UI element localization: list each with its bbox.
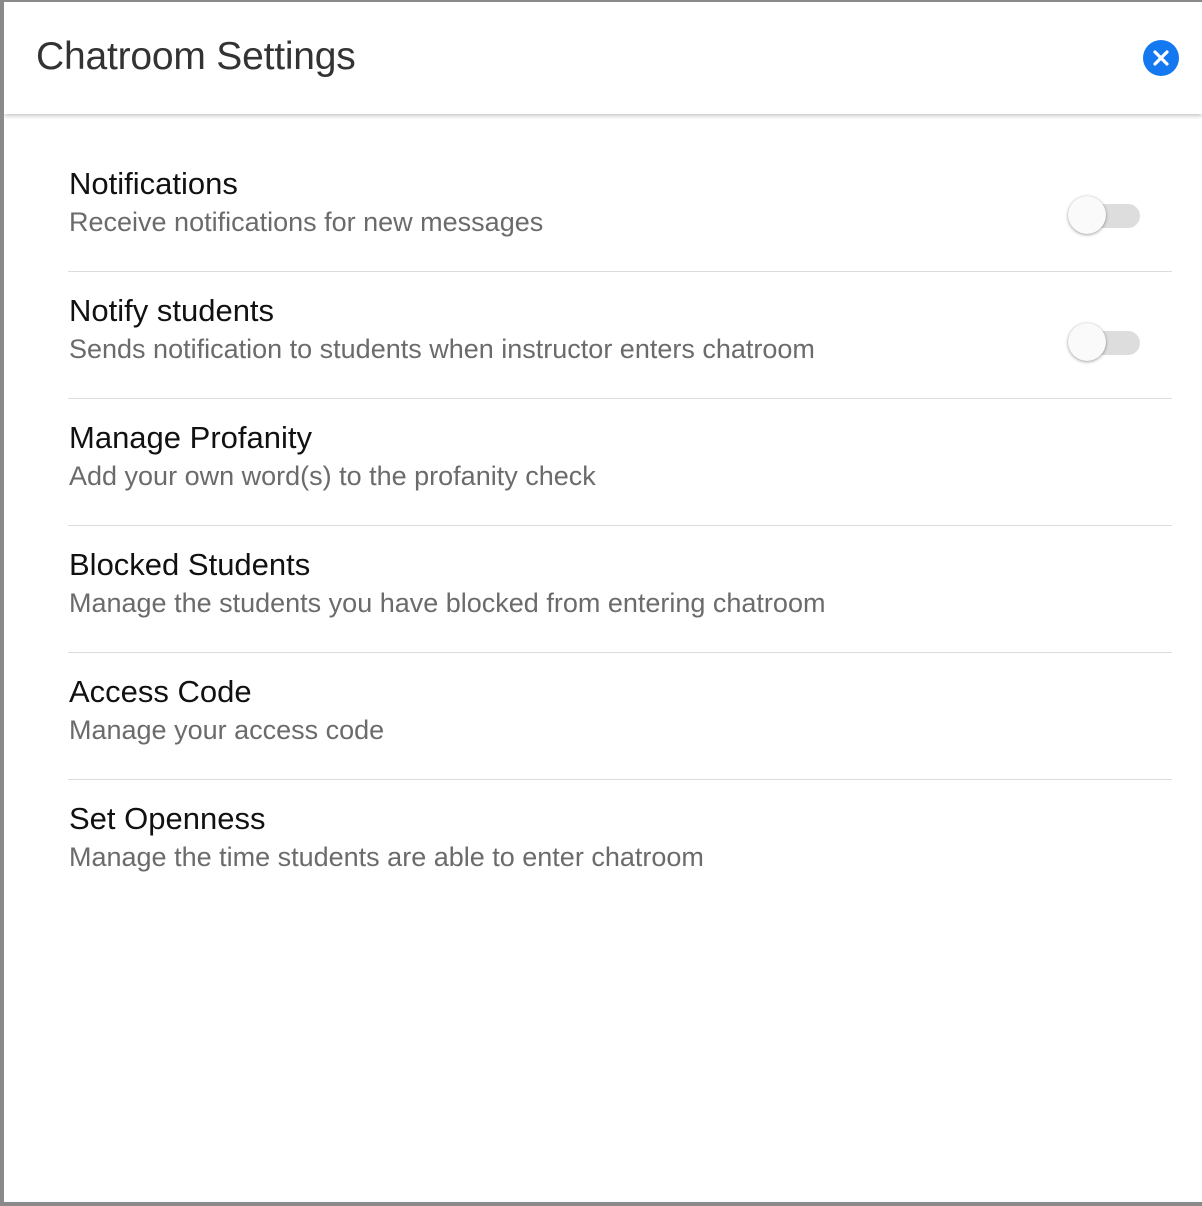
setting-set-openness[interactable]: Set Openness Manage the time students ar… — [68, 780, 1172, 907]
setting-title: Notifications — [69, 166, 238, 201]
toggle-thumb — [1068, 323, 1106, 361]
setting-description: Manage your access code — [69, 715, 385, 745]
close-button[interactable] — [1143, 40, 1179, 76]
setting-notify-students: Notify students Sends notification to st… — [68, 272, 1172, 399]
setting-title: Set Openness — [69, 801, 266, 836]
setting-description: Sends notification to students when inst… — [69, 334, 815, 364]
setting-description: Manage the time students are able to ent… — [69, 842, 704, 872]
toggle-thumb — [1068, 196, 1106, 234]
setting-title: Blocked Students — [69, 547, 311, 582]
setting-description: Add your own word(s) to the profanity ch… — [69, 461, 596, 491]
close-icon — [1153, 50, 1169, 66]
dialog-header: Chatroom Settings — [4, 2, 1202, 114]
notifications-toggle[interactable] — [1068, 194, 1142, 234]
setting-description: Receive notifications for new messages — [69, 207, 544, 237]
setting-title: Manage Profanity — [69, 420, 312, 455]
setting-blocked-students[interactable]: Blocked Students Manage the students you… — [68, 526, 1172, 653]
setting-manage-profanity[interactable]: Manage Profanity Add your own word(s) to… — [68, 399, 1172, 526]
chatroom-settings-dialog: Chatroom Settings Notifications Receive … — [4, 2, 1202, 1202]
setting-description: Manage the students you have blocked fro… — [69, 588, 826, 618]
notify-students-toggle[interactable] — [1068, 321, 1142, 361]
setting-title: Access Code — [69, 674, 252, 709]
settings-list: Notifications Receive notifications for … — [68, 145, 1172, 907]
setting-access-code[interactable]: Access Code Manage your access code — [68, 653, 1172, 780]
setting-title: Notify students — [69, 293, 275, 328]
setting-notifications: Notifications Receive notifications for … — [68, 145, 1172, 272]
dialog-title: Chatroom Settings — [36, 35, 356, 78]
